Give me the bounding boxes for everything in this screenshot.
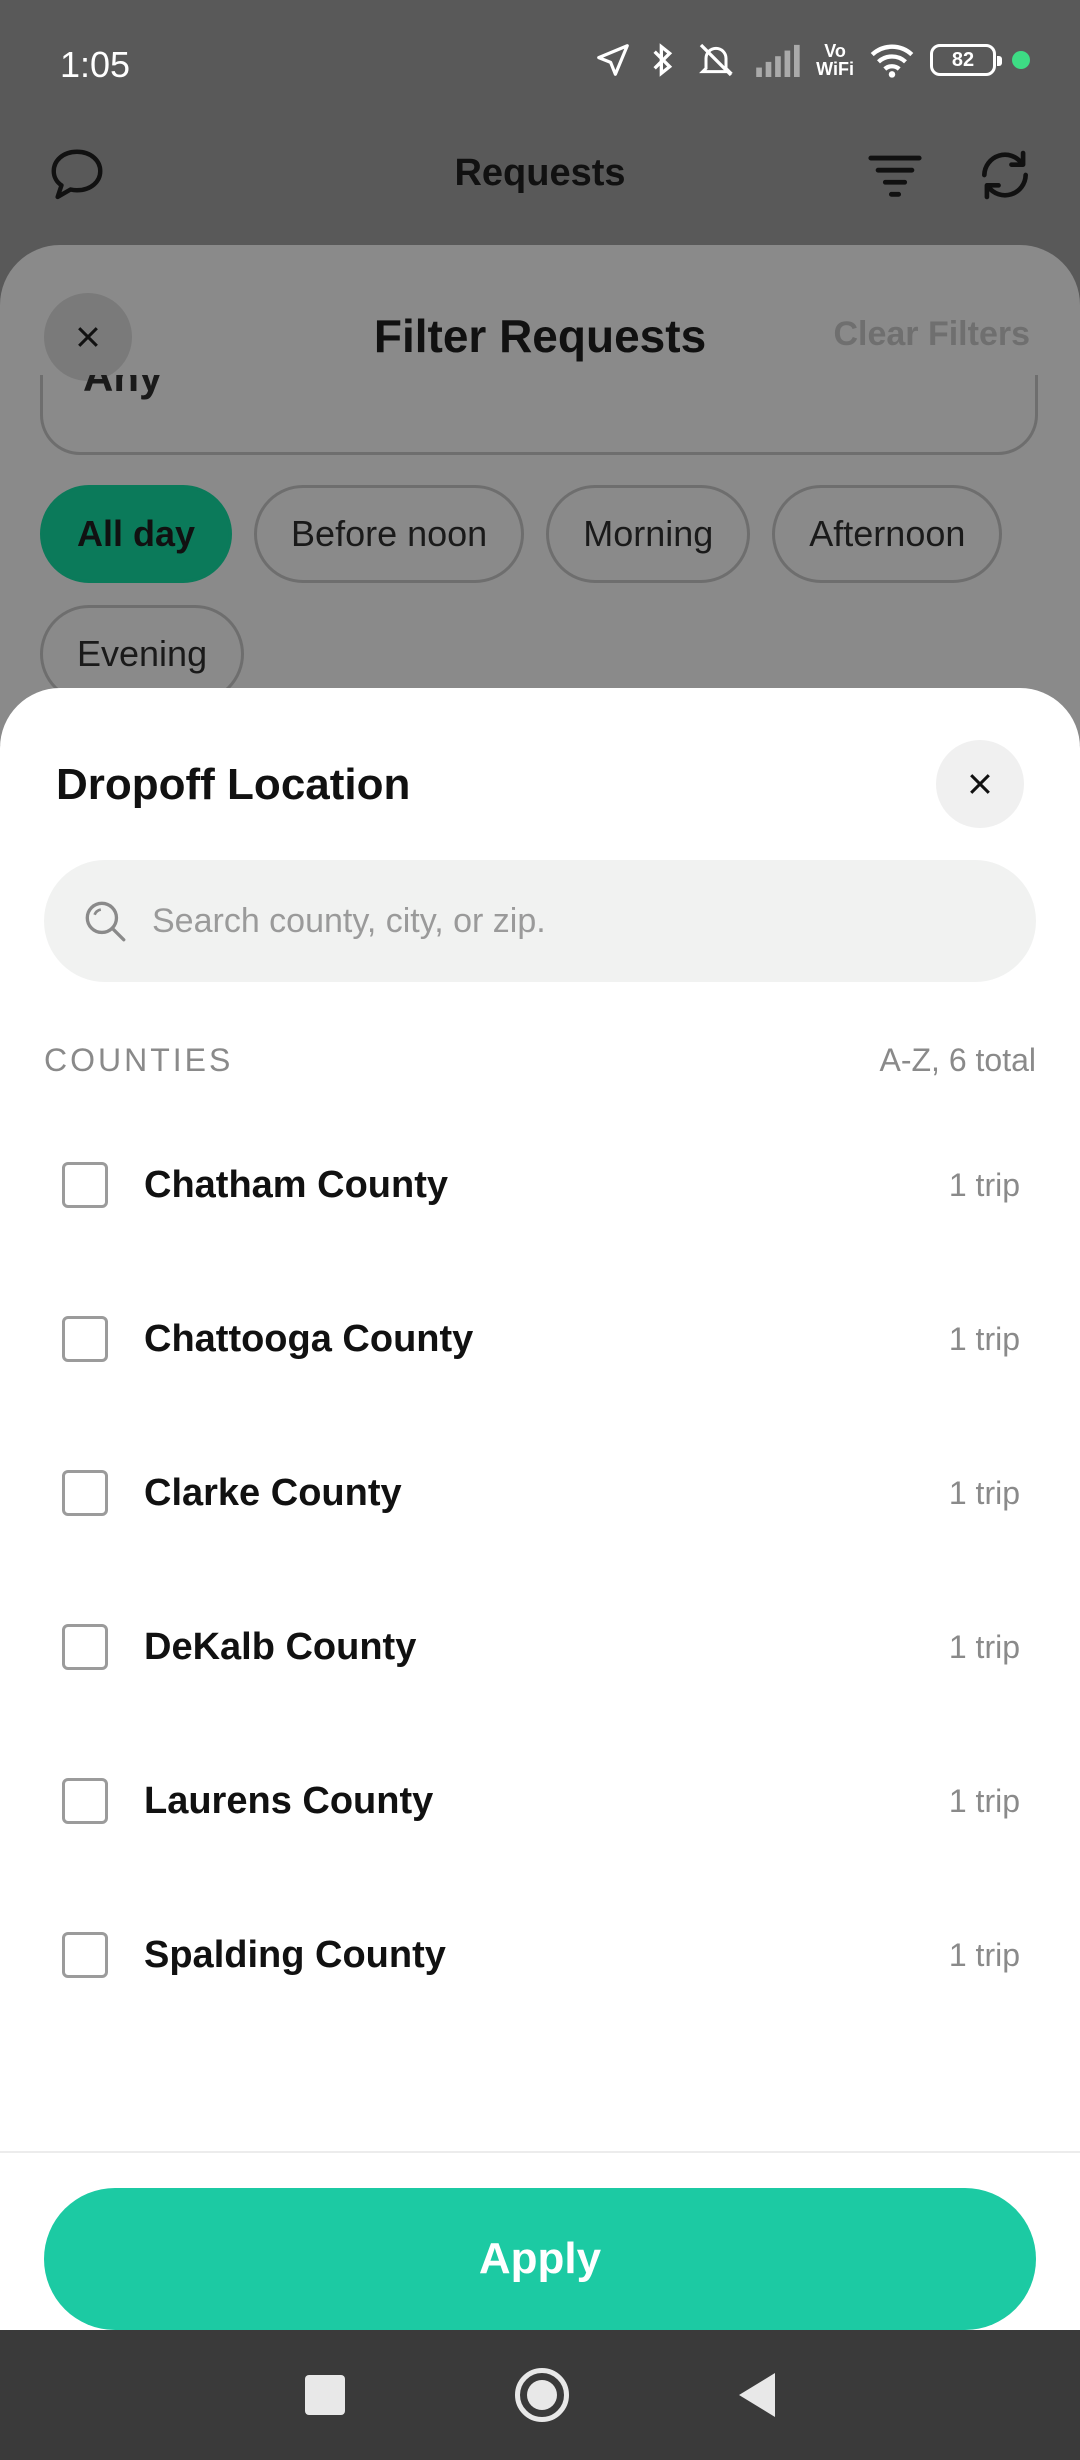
wifi-icon <box>870 44 914 78</box>
county-trip-count: 1 trip <box>948 1320 1020 1357</box>
footer-divider <box>0 2151 1080 2153</box>
county-trip-count: 1 trip <box>948 1474 1020 1511</box>
section-label: COUNTIES <box>44 1042 234 1078</box>
app-header: Requests <box>0 130 1080 245</box>
chip-before-noon[interactable]: Before noon <box>254 485 525 583</box>
clear-filters-button[interactable]: Clear Filters <box>833 315 1030 354</box>
chip-afternoon[interactable]: Afternoon <box>772 485 1003 583</box>
county-name: Chattooga County <box>144 1317 474 1360</box>
county-name: Chatham County <box>144 1163 448 1206</box>
filter-requests-sheet: Filter Requests Clear Filters Any All da… <box>0 245 1080 745</box>
apply-button[interactable]: Apply <box>44 2188 1036 2330</box>
county-checkbox[interactable] <box>62 1932 108 1978</box>
sheet-close-button[interactable] <box>936 740 1024 828</box>
location-arrow-icon <box>597 44 630 76</box>
county-checkbox[interactable] <box>62 1624 108 1670</box>
dropoff-location-sheet: Dropoff Location COUNTIES A-Z, 6 total C… <box>0 688 1080 2330</box>
county-trip-count: 1 trip <box>948 1628 1020 1665</box>
county-trip-count: 1 trip <box>948 1936 1020 1973</box>
county-checkbox[interactable] <box>62 1470 108 1516</box>
search-input[interactable] <box>152 901 972 941</box>
vowifi-label: Vo WiFi <box>816 41 854 79</box>
close-icon <box>970 774 990 794</box>
county-checkbox[interactable] <box>62 1778 108 1824</box>
chip-morning[interactable]: Morning <box>546 485 751 583</box>
back-button[interactable] <box>739 2373 775 2417</box>
signal-icon <box>756 44 800 77</box>
county-name: Clarke County <box>144 1471 402 1514</box>
search-bar[interactable] <box>44 860 1036 982</box>
any-select-value: Any <box>83 375 163 400</box>
county-trip-count: 1 trip <box>948 1166 1020 1203</box>
search-icon <box>85 901 126 942</box>
time-of-day-chips: All day Before noon Morning Afternoon Ev… <box>40 485 1040 703</box>
county-name: Laurens County <box>144 1779 434 1822</box>
status-bar: 1:05 Vo WiFi 82 <box>0 0 1080 130</box>
counties-section-header: COUNTIES A-Z, 6 total <box>44 1042 1036 1079</box>
recents-button[interactable] <box>305 2375 345 2415</box>
county-name: DeKalb County <box>144 1625 417 1668</box>
county-row-laurens[interactable]: Laurens County 1 trip <box>0 1724 1080 1878</box>
sheet-title: Dropoff Location <box>56 760 411 809</box>
any-select-field[interactable]: Any <box>40 375 1038 455</box>
system-nav-bar <box>0 2330 1080 2460</box>
battery-icon: 82 <box>930 44 1002 76</box>
status-time: 1:05 <box>60 44 131 85</box>
county-row-chatham[interactable]: Chatham County 1 trip <box>0 1108 1080 1262</box>
county-row-clarke[interactable]: Clarke County 1 trip <box>0 1416 1080 1570</box>
county-checkbox[interactable] <box>62 1316 108 1362</box>
section-meta: A-Z, 6 total <box>879 1042 1037 1078</box>
county-trip-count: 1 trip <box>948 1782 1020 1819</box>
county-list: Chatham County 1 trip Chattooga County 1… <box>0 1108 1080 2032</box>
county-checkbox[interactable] <box>62 1162 108 1208</box>
home-button[interactable] <box>515 2368 569 2422</box>
county-row-dekalb[interactable]: DeKalb County 1 trip <box>0 1570 1080 1724</box>
privacy-indicator-dot <box>1012 51 1030 69</box>
bluetooth-icon <box>653 43 673 77</box>
county-row-chattooga[interactable]: Chattooga County 1 trip <box>0 1262 1080 1416</box>
muted-bell-icon <box>699 43 734 77</box>
county-name: Spalding County <box>144 1933 446 1976</box>
county-row-spalding[interactable]: Spalding County 1 trip <box>0 1878 1080 2032</box>
refresh-icon[interactable] <box>974 144 1036 206</box>
chip-all-day[interactable]: All day <box>40 485 233 583</box>
filter-icon[interactable] <box>866 146 924 204</box>
status-icons: Vo WiFi 82 <box>594 40 1030 80</box>
